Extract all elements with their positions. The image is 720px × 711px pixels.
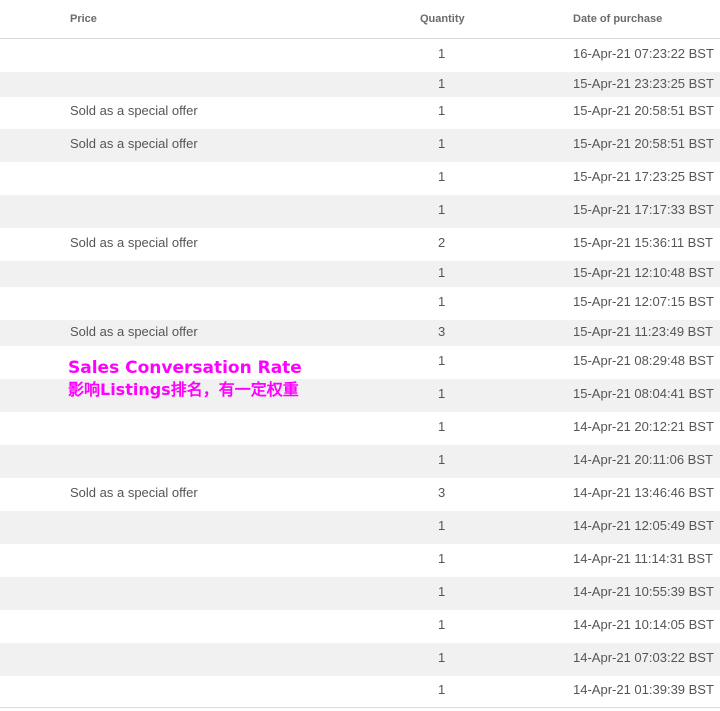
table-row: 1 14-Apr-21 01:39:39 BST	[0, 676, 720, 707]
date-cell: 14-Apr-21 10:14:05 BST	[573, 617, 714, 632]
quantity-cell: 1	[438, 386, 446, 401]
quantity-cell: 1	[438, 353, 446, 368]
price-cell: Sold as a special offer	[70, 324, 198, 339]
table-row: 1 14-Apr-21 11:14:31 BST	[0, 544, 720, 577]
price-cell: Sold as a special offer	[70, 235, 198, 250]
table-row: 1 14-Apr-21 20:12:21 BST	[0, 412, 720, 445]
date-column-header: Date of purchase	[573, 13, 663, 25]
table-row: Sold as a special offer 2 15-Apr-21 15:36:…	[0, 228, 720, 261]
date-cell: 15-Apr-21 11:23:49 BST	[573, 324, 713, 339]
price-cell: Sold as a special offer	[70, 136, 198, 151]
date-cell: 14-Apr-21 07:03:22 BST	[573, 650, 714, 665]
table-row: 1 14-Apr-21 12:05:49 BST	[0, 511, 720, 544]
date-cell: 14-Apr-21 12:05:49 BST	[573, 518, 714, 533]
date-cell: 15-Apr-21 17:23:25 BST	[573, 169, 714, 184]
quantity-cell: 1	[438, 76, 446, 91]
quantity-cell: 3	[438, 324, 446, 339]
table-row: 1 15-Apr-21 17:17:33 BST	[0, 195, 720, 228]
date-cell: 14-Apr-21 01:39:39 BST	[573, 682, 714, 697]
table-row: 1 14-Apr-21 10:14:05 BST	[0, 610, 720, 643]
quantity-cell: 1	[438, 452, 446, 467]
price-column-header: Price	[70, 13, 97, 25]
table-row: Sold as a special offer 3 14-Apr-21 13:46:…	[0, 478, 720, 511]
date-cell: 15-Apr-21 15:36:11 BST	[573, 235, 713, 250]
table-row: 1 16-Apr-21 07:23:22 BST	[0, 39, 720, 72]
date-cell: 15-Apr-21 12:07:15 BST	[573, 294, 714, 309]
annotation-overlay: Sales Conversation Rate 影响Listings排名，有一定…	[68, 357, 302, 401]
quantity-cell: 1	[438, 682, 446, 697]
quantity-cell: 1	[438, 136, 446, 151]
table-row: 1 14-Apr-21 20:11:06 BST	[0, 445, 720, 478]
table-row: 1 15-Apr-21 23:23:25 BST	[0, 72, 720, 97]
annotation-title: Sales Conversation Rate	[68, 358, 302, 378]
quantity-cell: 1	[438, 46, 446, 61]
date-cell: 14-Apr-21 13:46:46 BST	[573, 485, 714, 500]
table-header: Price Quantity Date of purchase	[0, 0, 720, 39]
table-row: Sold as a special offer 3 15-Apr-21 11:23:…	[0, 320, 720, 346]
quantity-cell: 1	[438, 265, 446, 280]
table-row: 1 14-Apr-21 07:03:22 BST	[0, 643, 720, 676]
quantity-cell: 1	[438, 103, 446, 118]
date-cell: 16-Apr-21 07:23:22 BST	[573, 46, 714, 61]
table-row: 1 15-Apr-21 17:23:25 BST	[0, 162, 720, 195]
date-cell: 14-Apr-21 11:14:31 BST	[573, 551, 713, 566]
table-row: Sold as a special offer 1 15-Apr-21 20:58:…	[0, 97, 720, 129]
annotation-subtitle: 影响Listings排名，有一定权重	[68, 380, 299, 399]
quantity-cell: 2	[438, 235, 446, 250]
quantity-cell: 1	[438, 294, 446, 309]
date-cell: 14-Apr-21 20:12:21 BST	[573, 419, 714, 434]
quantity-cell: 1	[438, 202, 446, 217]
table-row: Sold as a special offer 1 15-Apr-21 20:58:…	[0, 129, 720, 162]
date-cell: 15-Apr-21 12:10:48 BST	[573, 265, 714, 280]
quantity-cell: 1	[438, 584, 446, 599]
table-row: 1 15-Apr-21 12:10:48 BST	[0, 261, 720, 287]
date-cell: 15-Apr-21 20:58:51 BST	[573, 103, 714, 118]
price-cell: Sold as a special offer	[70, 485, 198, 500]
quantity-cell: 1	[438, 617, 446, 632]
date-cell: 14-Apr-21 20:11:06 BST	[573, 452, 713, 467]
quantity-cell: 1	[438, 518, 446, 533]
date-cell: 15-Apr-21 08:29:48 BST	[573, 353, 714, 368]
table-bottom-border	[0, 707, 720, 708]
table-row: 1 15-Apr-21 12:07:15 BST	[0, 287, 720, 320]
date-cell: 15-Apr-21 20:58:51 BST	[573, 136, 714, 151]
quantity-cell: 1	[438, 551, 446, 566]
date-cell: 15-Apr-21 17:17:33 BST	[573, 202, 714, 217]
date-cell: 15-Apr-21 23:23:25 BST	[573, 76, 714, 91]
quantity-cell: 1	[438, 419, 446, 434]
date-cell: 14-Apr-21 10:55:39 BST	[573, 584, 714, 599]
table-row: 1 14-Apr-21 10:55:39 BST	[0, 577, 720, 610]
quantity-cell: 1	[438, 169, 446, 184]
quantity-cell: 3	[438, 485, 446, 500]
orders-table: Price Quantity Date of purchase 1 16-Apr-…	[0, 0, 720, 697]
quantity-column-header: Quantity	[420, 13, 465, 25]
price-cell: Sold as a special offer	[70, 103, 198, 118]
date-cell: 15-Apr-21 08:04:41 BST	[573, 386, 714, 401]
quantity-cell: 1	[438, 650, 446, 665]
